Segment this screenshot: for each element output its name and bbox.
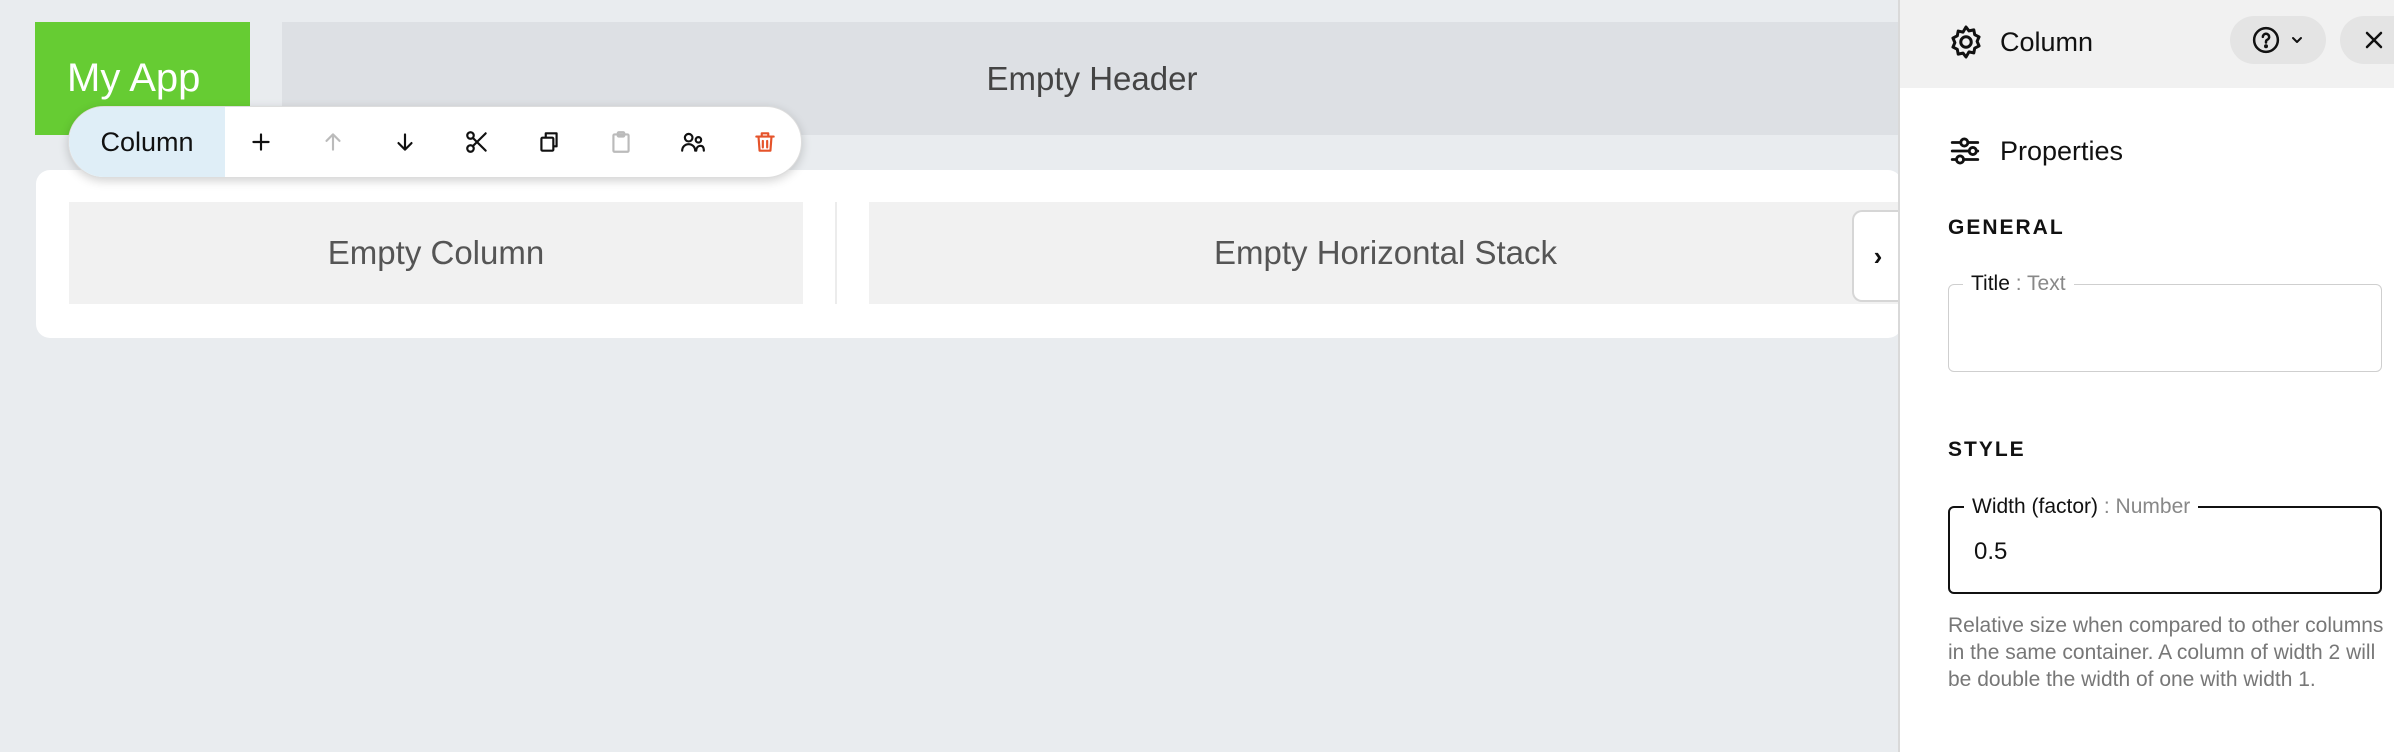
arrow-up-icon xyxy=(325,133,341,151)
empty-column-text: Empty Column xyxy=(327,234,545,271)
title-field-legend: Title : Text xyxy=(1963,272,2074,296)
empty-horizontal-stack-text: Empty Horizontal Stack xyxy=(1214,234,1557,271)
toolbar-selected-component[interactable]: Column xyxy=(69,107,225,177)
add-icon xyxy=(252,133,270,151)
chevron-right-icon: › xyxy=(1873,240,1883,271)
properties-heading: Properties xyxy=(2000,136,2124,166)
expand-panel-button[interactable]: › xyxy=(1852,210,1902,302)
toolbar-label-text: Column xyxy=(100,126,194,157)
app-logo-text: My App xyxy=(67,56,201,100)
chevron-down-icon xyxy=(2292,37,2302,43)
help-button[interactable] xyxy=(2230,16,2326,64)
width-field-value: 0.5 xyxy=(1974,538,2008,565)
help-icon xyxy=(2252,26,2280,54)
paste-button[interactable] xyxy=(585,107,657,177)
cut-button[interactable] xyxy=(441,107,513,177)
sliders-icon xyxy=(1950,137,1980,165)
empty-column[interactable]: Empty Column xyxy=(69,202,803,304)
move-down-button[interactable] xyxy=(369,107,441,177)
arrow-down-icon xyxy=(397,133,413,151)
style-section-label: STYLE xyxy=(1948,438,2026,461)
copy-icon xyxy=(540,132,558,152)
title-field[interactable]: Title : Text xyxy=(1948,272,2382,372)
add-button[interactable] xyxy=(225,107,297,177)
panel-title: Column xyxy=(2000,27,2094,57)
gear-icon xyxy=(1951,25,1981,59)
general-section-label: GENERAL xyxy=(1948,216,2065,239)
properties-panel: Column Properties GENERAL Title : Text S… xyxy=(1898,0,2394,752)
trash-icon xyxy=(755,132,775,152)
scissors-icon xyxy=(466,131,487,153)
user-access-button[interactable] xyxy=(657,107,729,177)
width-factor-field[interactable]: Width (factor) : Number 0.5 xyxy=(1948,495,2382,594)
empty-horizontal-stack[interactable]: Empty Horizontal Stack xyxy=(869,202,1902,304)
column-divider xyxy=(835,202,837,304)
users-icon xyxy=(681,132,705,152)
width-help-text: Relative size when compared to other col… xyxy=(1948,614,2384,691)
width-field-legend: Width (factor) : Number xyxy=(1964,495,2199,519)
copy-button[interactable] xyxy=(513,107,585,177)
delete-button[interactable] xyxy=(729,107,801,177)
close-icon xyxy=(2365,31,2383,49)
component-toolbar: Column xyxy=(68,106,802,178)
empty-header-text: Empty Header xyxy=(986,59,1198,97)
close-panel-button[interactable] xyxy=(2340,16,2394,64)
move-up-button[interactable] xyxy=(297,107,369,177)
paste-icon xyxy=(612,131,630,153)
